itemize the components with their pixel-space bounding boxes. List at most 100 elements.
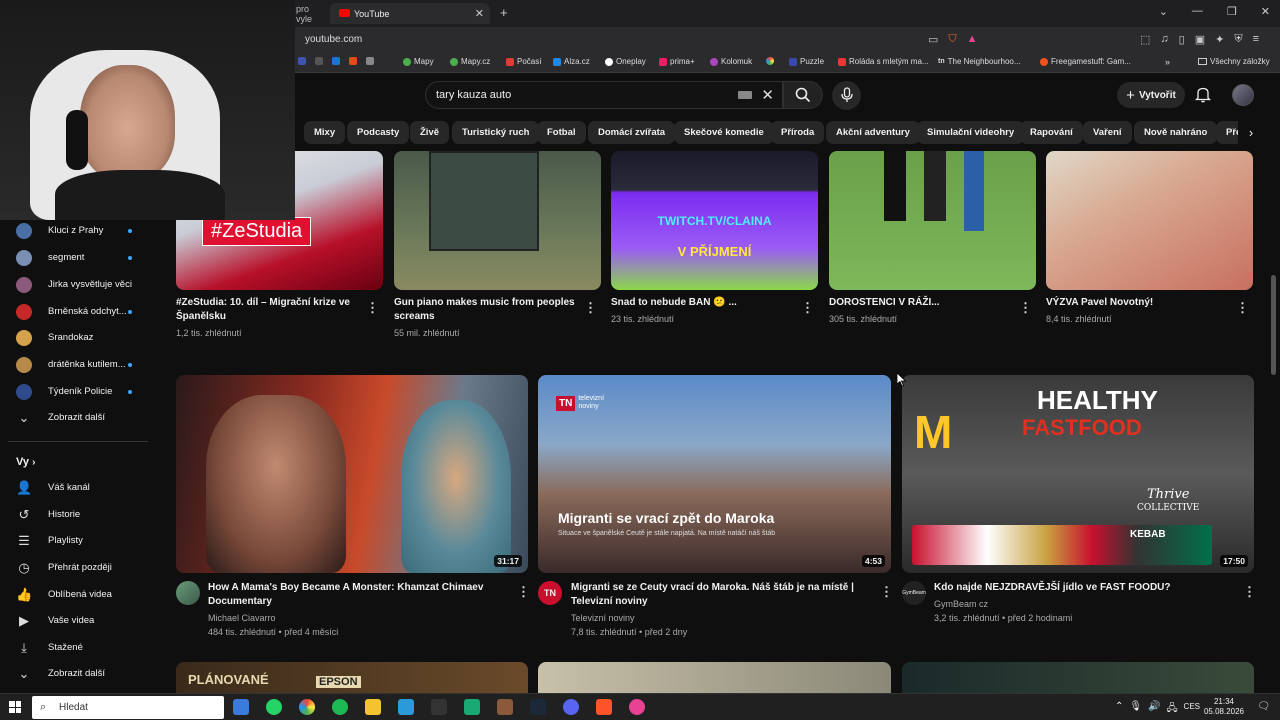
file-explorer-icon[interactable] (365, 699, 381, 715)
sidebar-subscription[interactable]: Týdeník Policie (0, 379, 150, 405)
chip[interactable]: Příroda (771, 121, 825, 144)
media-icon[interactable]: ♫ (1160, 33, 1168, 46)
bookmark-item[interactable]: Oneplay (605, 57, 646, 66)
chips-next-arrow-icon[interactable]: › (1238, 121, 1264, 144)
more-options-icon[interactable]: ⋮ (366, 301, 379, 314)
sidebar-item-downloads[interactable]: ⤓ Stažené (0, 635, 150, 661)
vs-code-icon[interactable] (398, 699, 414, 715)
extensions-icon[interactable]: ⬚ (1140, 33, 1150, 46)
more-options-icon[interactable]: ⋮ (1236, 301, 1249, 314)
video-thumbnail[interactable] (1046, 151, 1253, 290)
new-tab-button[interactable]: + (500, 5, 508, 20)
video-title[interactable]: How A Mama's Boy Became A Monster: Khamz… (208, 581, 508, 609)
bookmark-item[interactable]: Freegamestuff: Gam... (1040, 57, 1131, 66)
video-thumbnail[interactable] (829, 151, 1036, 290)
video-thumbnail[interactable] (538, 662, 891, 693)
sidebar-item-your-videos[interactable]: ▶ Vaše videa (0, 608, 150, 634)
bookmark-item[interactable]: Kolomuk (710, 57, 752, 66)
bookmark-favicon-icon[interactable] (366, 57, 374, 65)
chevron-up-icon[interactable]: ⌃ (1115, 701, 1123, 718)
chip[interactable]: Fotbal (537, 121, 586, 144)
bookmark-item[interactable]: tn The Neighbourhoo... (938, 57, 1021, 66)
sidebar-subscription[interactable]: drátěnka kutilem... (0, 352, 150, 378)
bookmark-item[interactable] (766, 57, 774, 65)
sidebar-item-watch-later[interactable]: ◷ Přehrát později (0, 555, 150, 581)
account-avatar[interactable] (1232, 84, 1254, 106)
chip[interactable]: Akční adventury (826, 121, 920, 144)
video-thumbnail[interactable]: M HEALTHY FASTFOOD Thrive COLLECTIVE KEB… (902, 375, 1254, 573)
bookmark-item[interactable]: Alza.cz (553, 57, 590, 66)
bookmark-item[interactable]: Mapy.cz (450, 57, 490, 66)
video-title[interactable]: DOROSTENCI V RÁŽI... (829, 296, 1014, 310)
video-title[interactable]: Snad to nebude BAN 😕 ... (611, 296, 796, 310)
sidebar-item-liked-videos[interactable]: 👍 Oblíbená videa (0, 582, 150, 608)
chip[interactable]: Vaření (1083, 121, 1132, 144)
sidebar-subscription[interactable]: Srandokaz (0, 325, 150, 351)
channel-avatar[interactable]: TN (538, 581, 562, 605)
bookmark-favicon-icon[interactable] (332, 57, 340, 65)
clock[interactable]: 21:34 05.08.2026 (1204, 697, 1244, 717)
close-window-icon[interactable]: ✕ (1261, 5, 1270, 18)
show-more-subscriptions[interactable]: ⌄ Zobrazit další (0, 405, 150, 431)
steam-icon[interactable] (530, 699, 546, 715)
menu-icon[interactable]: ≡ (1253, 33, 1259, 46)
you-section-header[interactable]: Vy › (16, 456, 35, 468)
chip[interactable]: Živě (410, 121, 450, 144)
chip[interactable]: Podcasty (347, 121, 410, 144)
bookmark-favicon-icon[interactable] (298, 57, 306, 65)
sidebar-item-show-more[interactable]: ⌄ Zobrazit další (0, 661, 150, 687)
sidebar-item-your-channel[interactable]: 👤 Váš kanál (0, 475, 150, 501)
page-scrollbar[interactable] (1271, 275, 1276, 375)
sidebar-subscription[interactable]: Brněnská odchyt... (0, 299, 150, 325)
chip[interactable]: Turistický ruch (452, 121, 540, 144)
voice-search-button[interactable] (832, 81, 861, 110)
sidebar-subscription[interactable]: Jirka vysvětluje věci (0, 272, 150, 298)
brave-icon[interactable] (596, 699, 612, 715)
tab-list-icon[interactable]: ⌄ (1159, 5, 1168, 18)
video-title[interactable]: Gun piano makes music from peoples screa… (394, 296, 579, 324)
search-input[interactable]: tary kauza auto ✕ (425, 81, 783, 109)
sidebar-subscription[interactable]: Kluci z Prahy (0, 218, 150, 244)
windows-start-icon[interactable] (9, 701, 21, 713)
more-options-icon[interactable]: ⋮ (1019, 301, 1032, 314)
video-thumbnail[interactable]: 31:17 (176, 375, 528, 573)
channel-name[interactable]: Televizní noviny (571, 611, 635, 625)
video-title[interactable]: VÝZVA Pavel Novotný! (1046, 296, 1231, 310)
chip[interactable]: Skečové komedie (674, 121, 774, 144)
bookmark-item[interactable]: Puzzle (789, 57, 824, 66)
cast-icon[interactable]: ▭ (928, 33, 938, 46)
video-thumbnail[interactable] (902, 662, 1254, 693)
channel-name[interactable]: GymBeam cz (934, 597, 988, 611)
bookmark-favicon-icon[interactable] (315, 57, 323, 65)
bookmarks-overflow-button[interactable]: » (1165, 57, 1170, 67)
chip[interactable]: Mixy (304, 121, 346, 144)
search-query[interactable]: tary kauza auto (436, 89, 511, 101)
channel-avatar[interactable] (176, 581, 200, 605)
brave-rewards-icon[interactable]: ▲ (967, 33, 978, 46)
sidebar-subscription[interactable]: segment (0, 245, 150, 271)
video-thumbnail[interactable]: TWITCH.TV/CLAINA V PŘÍJMENÍ (611, 151, 818, 290)
brave-shield-icon[interactable]: ⛉ (948, 33, 956, 46)
volume-icon[interactable]: 🔊 (1148, 701, 1160, 718)
video-title[interactable]: #ZeStudia: 10. díl – Migrační krize ve Š… (176, 296, 361, 324)
tab-youtube[interactable]: YouTube ✕ (330, 3, 490, 24)
video-thumbnail[interactable]: TN televizní noviny Migranti se vrací zp… (538, 375, 891, 573)
network-icon[interactable]: 🖧 (1167, 701, 1178, 718)
video-thumbnail[interactable]: PLÁNOVANÉ EPSON (176, 662, 528, 693)
chip[interactable]: Nově nahráno (1134, 121, 1218, 144)
bookmark-item[interactable]: Mapy (403, 57, 434, 66)
sidebar-icon[interactable]: ▯ (1179, 33, 1185, 46)
task-view-icon[interactable] (233, 699, 249, 715)
close-tab-icon[interactable]: ✕ (475, 7, 484, 20)
bookmark-item[interactable]: Počasí (506, 57, 541, 66)
more-options-icon[interactable]: ⋮ (1243, 585, 1256, 598)
more-options-icon[interactable]: ⋮ (584, 301, 597, 314)
microphone-icon[interactable]: 🎙 (1129, 701, 1142, 718)
app-icon[interactable] (497, 699, 513, 715)
wallet-icon[interactable]: ▣ (1195, 33, 1205, 46)
maps-pin-icon[interactable] (629, 699, 645, 715)
tab-previous[interactable]: pro vyle (296, 3, 326, 24)
create-button[interactable]: + Vytvořit (1117, 82, 1185, 108)
bookmark-favicon-icon[interactable] (349, 57, 357, 65)
keyboard-icon[interactable] (738, 91, 752, 99)
